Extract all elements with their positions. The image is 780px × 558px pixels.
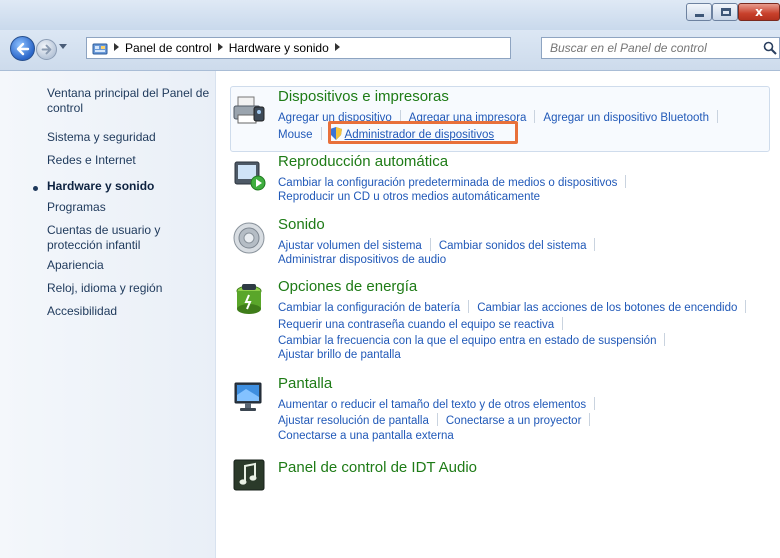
text-size-link[interactable]: Aumentar o reducir el tamaño del texto y… [278, 399, 586, 411]
autoplay-icon[interactable] [232, 158, 266, 192]
music-note-icon[interactable] [232, 458, 266, 492]
maximize-icon [721, 8, 731, 16]
category-links-row: Requerir una contraseña cuando el equipo… [278, 317, 571, 331]
sidebar-item-clock-language-region[interactable]: Reloj, idioma y región [47, 281, 212, 296]
category-links-row: Administrar dispositivos de audio [278, 254, 446, 266]
title-bar: x [0, 0, 780, 30]
category-title[interactable]: Dispositivos e impresoras [278, 88, 449, 105]
category-links-row: Ajustar brillo de pantalla [278, 349, 401, 361]
power-buttons-link[interactable]: Cambiar las acciones de los botones de e… [477, 302, 737, 314]
category-links-row: Ajustar volumen del sistema Cambiar sonid… [278, 238, 603, 252]
category-title[interactable]: Sonido [278, 216, 325, 233]
monitor-icon[interactable] [232, 380, 266, 414]
maximize-button[interactable] [712, 3, 738, 21]
minimize-icon [695, 14, 704, 17]
control-panel-content: Ventana principal del Panel de control S… [0, 70, 780, 558]
link-separator [468, 300, 470, 313]
sidebar: Ventana principal del Panel de control S… [0, 71, 216, 558]
battery-settings-link[interactable]: Cambiar la configuración de batería [278, 302, 460, 314]
search-icon[interactable] [763, 41, 777, 55]
control-panel-icon [92, 43, 108, 55]
add-bluetooth-device-link[interactable]: Agregar un dispositivo Bluetooth [543, 112, 709, 124]
link-separator [745, 300, 747, 313]
sidebar-item-system-security[interactable]: Sistema y seguridad [47, 130, 212, 145]
battery-icon[interactable] [232, 283, 266, 317]
autoplay-defaults-link[interactable]: Cambiar la configuración predeterminada … [278, 177, 617, 189]
category-title[interactable]: Opciones de energía [278, 278, 417, 295]
link-separator [625, 175, 627, 188]
sidebar-item-network-internet[interactable]: Redes e Internet [47, 153, 212, 168]
adjust-brightness-link[interactable]: Ajustar brillo de pantalla [278, 349, 401, 361]
link-separator [589, 413, 591, 426]
sleep-frequency-link[interactable]: Cambiar la frecuencia con la que el equi… [278, 335, 656, 347]
back-arrow-icon [16, 42, 30, 56]
recent-pages-chevron-down-icon[interactable] [59, 44, 67, 49]
category-links-row: Cambiar la configuración de batería Cambi… [278, 300, 754, 314]
navigation-bar: Panel de control Hardware y sonido [0, 30, 780, 70]
sidebar-item-programs[interactable]: Programas [47, 200, 212, 215]
category-links-row: Ajustar resolución de pantalla Conectarse… [278, 413, 598, 427]
printer-icon[interactable] [232, 93, 266, 127]
close-icon: x [755, 5, 763, 19]
category-title[interactable]: Pantalla [278, 375, 332, 392]
search-box[interactable] [541, 37, 780, 59]
category-links-row: Reproducir un CD u otros medios automáti… [278, 191, 540, 203]
search-input[interactable] [550, 41, 750, 55]
link-separator [664, 333, 666, 346]
forward-arrow-icon [41, 44, 52, 55]
category-links-row: Conectarse a una pantalla externa [278, 430, 454, 442]
breadcrumb-item[interactable]: Panel de control [125, 41, 212, 55]
link-separator [429, 238, 431, 251]
category-links-row: Cambiar la configuración predeterminada … [278, 175, 634, 189]
external-display-link[interactable]: Conectarse a una pantalla externa [278, 430, 454, 442]
change-system-sounds-link[interactable]: Cambiar sonidos del sistema [439, 240, 587, 252]
link-separator [320, 127, 322, 140]
breadcrumb-separator-icon[interactable] [114, 43, 119, 51]
device-manager-highlight [328, 121, 518, 144]
link-separator [562, 317, 564, 330]
screen-resolution-link[interactable]: Ajustar resolución de pantalla [278, 415, 429, 427]
adjust-system-volume-link[interactable]: Ajustar volumen del sistema [278, 240, 422, 252]
speaker-icon[interactable] [232, 221, 266, 255]
breadcrumb-item[interactable]: Hardware y sonido [229, 41, 329, 55]
breadcrumb: Panel de control Hardware y sonido [114, 41, 346, 55]
category-title[interactable]: Panel de control de IDT Audio [278, 459, 477, 476]
sidebar-item-appearance[interactable]: Apariencia [47, 258, 212, 273]
link-separator [717, 110, 718, 123]
link-separator [594, 238, 596, 251]
sidebar-item-accessibility[interactable]: Accesibilidad [47, 304, 212, 319]
sidebar-item-hardware-sound[interactable]: Hardware y sonido [47, 179, 212, 194]
require-password-link[interactable]: Requerir una contraseña cuando el equipo… [278, 319, 554, 331]
minimize-button[interactable] [686, 3, 712, 21]
address-bar[interactable]: Panel de control Hardware y sonido [86, 37, 606, 59]
mouse-link[interactable]: Mouse [278, 129, 313, 141]
sidebar-item-user-accounts[interactable]: Cuentas de usuario y protección infantil [47, 223, 212, 253]
play-cd-automatically-link[interactable]: Reproducir un CD u otros medios automáti… [278, 191, 540, 203]
breadcrumb-separator-icon[interactable] [217, 43, 223, 51]
category-links-row: Cambiar la frecuencia con la que el equi… [278, 333, 673, 347]
back-button[interactable] [10, 36, 35, 61]
link-separator [436, 413, 438, 426]
link-separator [534, 110, 536, 123]
category-title[interactable]: Reproducción automática [278, 153, 448, 170]
current-item-bullet [33, 186, 38, 191]
forward-button[interactable] [36, 39, 57, 60]
close-button[interactable]: x [738, 3, 780, 21]
manage-audio-devices-link[interactable]: Administrar dispositivos de audio [278, 254, 446, 266]
breadcrumb-separator-icon[interactable] [334, 43, 340, 51]
sidebar-item-control-panel-home[interactable]: Ventana principal del Panel de control [47, 86, 212, 116]
connect-projector-link[interactable]: Conectarse a un proyector [446, 415, 582, 427]
category-links-row: Aumentar o reducir el tamaño del texto y… [278, 397, 603, 411]
link-separator [594, 397, 596, 410]
